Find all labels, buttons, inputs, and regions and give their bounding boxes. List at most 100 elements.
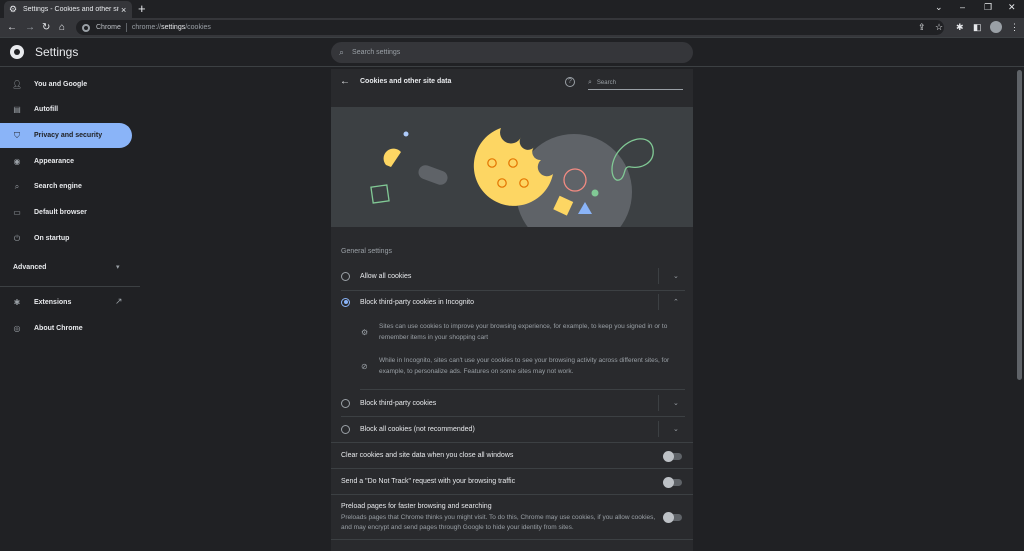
window-close-button[interactable]: ✕ bbox=[1008, 2, 1016, 13]
illustration-green-dot bbox=[591, 189, 599, 197]
omnibox-separator bbox=[125, 23, 127, 32]
cookies-illustration bbox=[331, 107, 693, 227]
option-block-all-cookies[interactable]: Block all cookies (not recommended) ⌄ bbox=[331, 419, 693, 439]
site-label: Chrome bbox=[96, 24, 121, 31]
back-button[interactable]: ← bbox=[7, 22, 17, 34]
palette-icon: ◉ bbox=[13, 157, 21, 166]
option-label: Block all cookies (not recommended) bbox=[360, 425, 475, 433]
tab-title: Settings - Cookies and other site data bbox=[23, 6, 119, 13]
illustration-square bbox=[370, 184, 390, 204]
option-block-third-party[interactable]: Block third-party cookies ⌄ bbox=[331, 393, 693, 413]
toolbar: ← → ↻ ⌂ Chrome chrome://settings/cookies… bbox=[0, 18, 1024, 38]
sidebar-item-label: Extensions bbox=[34, 299, 72, 306]
clipboard-icon: ▤ bbox=[13, 105, 21, 114]
section-general-settings: General settings bbox=[341, 248, 392, 255]
sidebar-item-search-engine[interactable]: ⌕ Search engine bbox=[0, 174, 132, 199]
option-block-third-party-incognito[interactable]: Block third-party cookies in Incognito ⌃ bbox=[331, 292, 693, 312]
restore-button[interactable]: ❐ bbox=[984, 2, 992, 13]
tab-strip: ⚙ Settings - Cookies and other site data… bbox=[0, 0, 1024, 18]
power-icon: ⏻ bbox=[13, 233, 21, 243]
search-icon: ⌕ bbox=[588, 78, 592, 86]
chrome-icon: ◎ bbox=[13, 324, 21, 333]
sidebar-item-label: You and Google bbox=[34, 81, 88, 88]
divider bbox=[331, 468, 693, 469]
avatar[interactable] bbox=[990, 21, 1002, 33]
sidebar-advanced-toggle[interactable]: Advanced bbox=[13, 264, 46, 271]
sidebar-item-label: Appearance bbox=[34, 158, 75, 165]
sidebar-item-label: Search engine bbox=[34, 183, 82, 190]
search-icon: ⌕ bbox=[339, 47, 345, 57]
minimize-button[interactable]: – bbox=[960, 2, 965, 12]
sidebar-item-default-browser[interactable]: ▭ Default browser bbox=[0, 200, 132, 225]
tab-settings[interactable]: ⚙ Settings - Cookies and other site data… bbox=[4, 1, 132, 18]
extensions-icon[interactable]: ✱ bbox=[956, 22, 964, 33]
divider bbox=[658, 294, 659, 310]
shield-icon: ⛉ bbox=[14, 130, 20, 140]
side-panel-icon[interactable]: ◧ bbox=[973, 22, 982, 33]
home-button[interactable]: ⌂ bbox=[59, 22, 65, 34]
forward-button[interactable]: → bbox=[25, 22, 35, 34]
divider bbox=[658, 421, 659, 437]
address-bar[interactable]: Chrome chrome://settings/cookies bbox=[76, 20, 944, 35]
sidebar-item-label: Autofill bbox=[34, 106, 59, 113]
divider bbox=[331, 442, 693, 443]
scrollbar-thumb[interactable] bbox=[1017, 70, 1022, 380]
option-allow-all-cookies[interactable]: Allow all cookies ⌄ bbox=[331, 266, 693, 286]
close-icon[interactable]: × bbox=[121, 5, 126, 15]
sidebar-item-label: Default browser bbox=[34, 209, 87, 216]
option-label: Allow all cookies bbox=[360, 272, 412, 280]
panel-search-placeholder: Search bbox=[596, 79, 616, 86]
sidebar-item-extensions[interactable]: ✱ Extensions bbox=[0, 290, 132, 315]
sidebar-item-about-chrome[interactable]: ◎ About Chrome bbox=[0, 316, 132, 341]
open-in-new-icon[interactable]: ↗ bbox=[115, 296, 123, 307]
puzzle-icon: ✱ bbox=[13, 298, 21, 307]
sidebar-item-you-and-google[interactable]: 👤︎ You and Google bbox=[0, 72, 132, 97]
chevron-down-icon[interactable]: ⌄ bbox=[673, 272, 679, 280]
sidebar-item-label: On startup bbox=[34, 235, 70, 242]
toggle-label-preload: Preload pages for faster browsing and se… bbox=[341, 503, 492, 510]
illustration-pill bbox=[418, 165, 448, 185]
divider bbox=[331, 539, 693, 540]
chevron-up-icon[interactable]: ⌃ bbox=[673, 298, 679, 306]
sidebar-item-label: About Chrome bbox=[34, 325, 83, 332]
help-icon[interactable]: ? bbox=[565, 77, 575, 87]
search-settings-input[interactable]: ⌕ Search settings bbox=[331, 42, 693, 63]
share-icon[interactable]: ⇪ bbox=[918, 22, 926, 33]
sidebar-item-autofill[interactable]: ▤ Autofill bbox=[0, 97, 132, 122]
bookmark-star-icon[interactable]: ☆ bbox=[935, 22, 943, 33]
panel-search-input[interactable]: ⌕ Search bbox=[588, 76, 683, 90]
back-arrow-icon[interactable]: ← bbox=[340, 76, 350, 87]
cookies-panel: ← Cookies and other site data ? ⌕ Search… bbox=[331, 69, 693, 551]
radio-allow-all[interactable] bbox=[341, 271, 350, 281]
incognito-detail-2: While in Incognito, sites can't use your… bbox=[379, 357, 670, 375]
search-placeholder: Search settings bbox=[352, 49, 401, 56]
radio-block-all[interactable] bbox=[341, 424, 350, 434]
cookie-icon: ⚙ bbox=[361, 328, 369, 337]
sidebar-item-appearance[interactable]: ◉ Appearance bbox=[0, 149, 132, 174]
toggle-preload[interactable] bbox=[663, 512, 682, 523]
incognito-detail-1: Sites can use cookies to improve your br… bbox=[379, 323, 668, 341]
radio-block-incognito[interactable] bbox=[341, 297, 350, 307]
menu-icon[interactable]: ⋮ bbox=[1010, 22, 1019, 33]
person-icon: 👤︎ bbox=[12, 80, 23, 89]
browser-icon: ▭ bbox=[13, 208, 21, 217]
url-text: chrome://settings/cookies bbox=[131, 24, 211, 31]
scrollbar[interactable] bbox=[1015, 68, 1024, 551]
reload-button[interactable]: ↻ bbox=[42, 22, 50, 34]
radio-block-third-party[interactable] bbox=[341, 398, 350, 408]
toggle-clear-on-exit[interactable] bbox=[663, 451, 682, 462]
new-tab-button[interactable]: + bbox=[138, 2, 146, 15]
chrome-logo-icon bbox=[10, 45, 24, 59]
divider bbox=[658, 268, 659, 284]
sidebar-item-privacy-and-security[interactable]: ⛉ Privacy and security bbox=[0, 123, 132, 148]
divider bbox=[341, 416, 685, 417]
tab-search-icon[interactable]: ⌄ bbox=[935, 2, 943, 13]
chevron-down-icon[interactable]: ⌄ bbox=[673, 425, 679, 433]
blocked-icon: ⊘ bbox=[361, 362, 368, 371]
toggle-do-not-track[interactable] bbox=[663, 477, 682, 488]
chevron-down-icon[interactable]: ⌄ bbox=[673, 399, 679, 407]
sidebar-item-on-startup[interactable]: ⏻ On startup bbox=[0, 226, 132, 251]
panel-title: Cookies and other site data bbox=[360, 78, 452, 85]
chevron-down-icon[interactable]: ▾ bbox=[116, 263, 120, 271]
divider bbox=[360, 389, 685, 390]
